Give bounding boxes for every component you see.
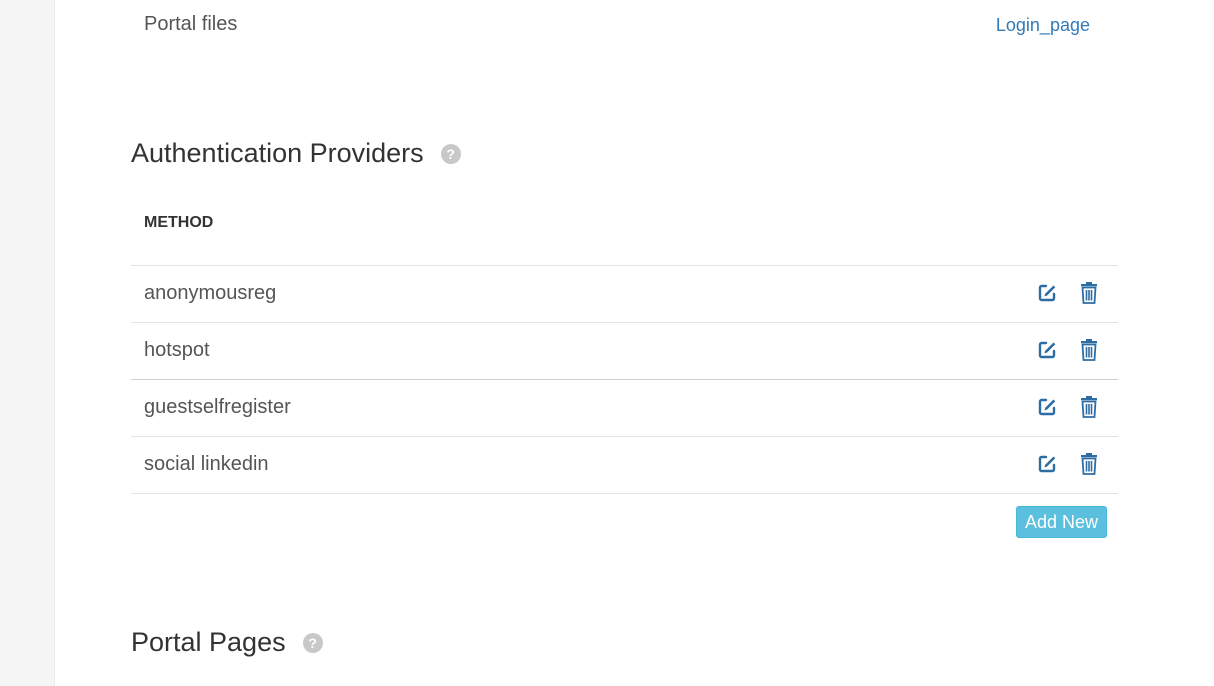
table-header: METHOD — [131, 196, 1118, 266]
add-new-button[interactable]: Add New — [1016, 506, 1108, 538]
method-name: guestselfregister — [144, 396, 291, 418]
edit-icon[interactable] — [1036, 453, 1058, 475]
row-actions — [1036, 282, 1100, 304]
method-name: social linkedin — [144, 453, 269, 475]
trash-icon[interactable] — [1078, 396, 1100, 418]
portal-pages-heading: Portal Pages ? — [131, 627, 323, 658]
trash-icon[interactable] — [1078, 453, 1100, 475]
portal-files-row: Portal files Login_page — [131, 0, 1118, 52]
page: Portal files Login_page Authentication P… — [0, 0, 1214, 686]
row-actions — [1036, 453, 1100, 475]
table-row: hotspot — [131, 323, 1118, 380]
left-gutter — [0, 0, 55, 686]
method-column-header: METHOD — [144, 214, 214, 231]
question-circle-icon[interactable]: ? — [302, 632, 323, 653]
table-row: guestselfregister — [131, 380, 1118, 437]
auth-providers-table: METHOD anonymousreg hotspot guestselfreg… — [131, 196, 1118, 494]
trash-icon[interactable] — [1078, 339, 1100, 361]
question-circle-icon[interactable]: ? — [440, 143, 461, 164]
row-actions — [1036, 396, 1100, 418]
edit-icon[interactable] — [1036, 282, 1058, 304]
login-page-link[interactable]: Login_page — [996, 15, 1090, 36]
auth-providers-title: Authentication Providers — [131, 138, 424, 168]
edit-icon[interactable] — [1036, 396, 1058, 418]
method-name: anonymousreg — [144, 282, 277, 304]
method-name: hotspot — [144, 339, 210, 361]
row-actions — [1036, 339, 1100, 361]
auth-providers-heading: Authentication Providers ? — [131, 138, 461, 169]
table-row: anonymousreg — [131, 266, 1118, 323]
trash-icon[interactable] — [1078, 282, 1100, 304]
portal-pages-title: Portal Pages — [131, 627, 286, 657]
table-row: social linkedin — [131, 437, 1118, 494]
edit-icon[interactable] — [1036, 339, 1058, 361]
portal-files-label: Portal files — [144, 13, 238, 35]
